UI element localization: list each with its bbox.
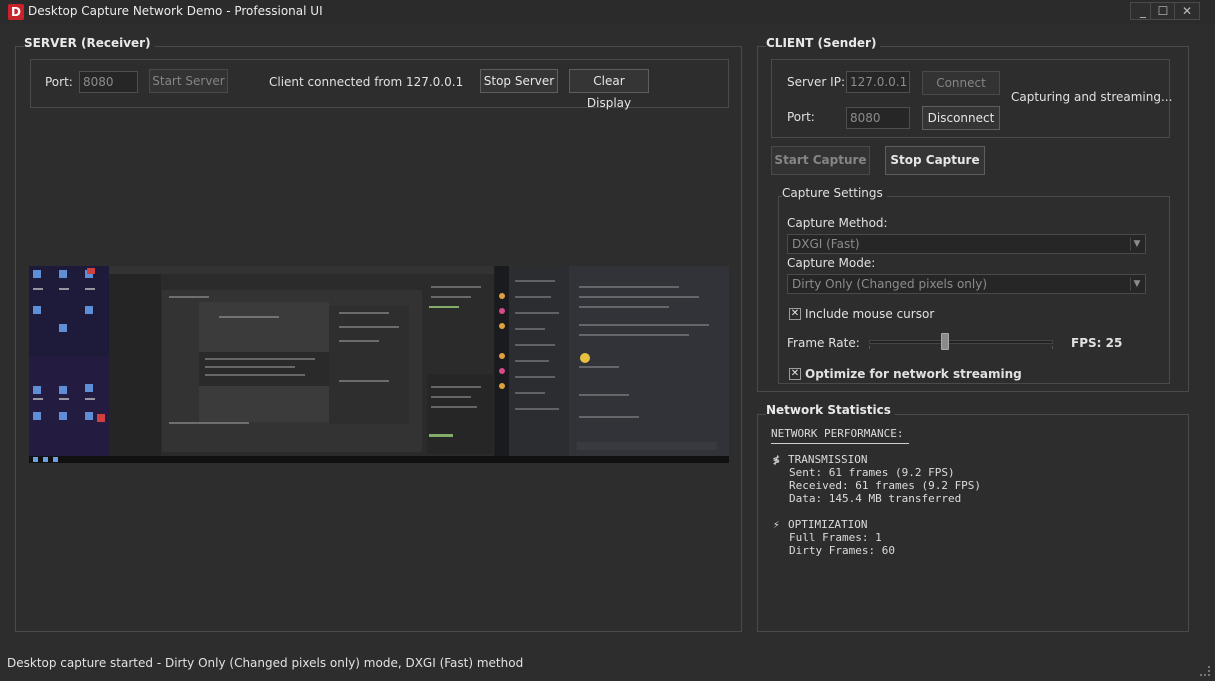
- close-button[interactable]: ✕: [1174, 2, 1200, 20]
- include-mouse-checkbox[interactable]: ✕: [789, 308, 801, 320]
- received-stat: Received: 61 frames (9.2 FPS): [789, 479, 982, 492]
- client-title: CLIENT (Sender): [766, 36, 881, 50]
- capture-method-select[interactable]: DXGI (Fast) ▼: [787, 234, 1146, 254]
- server-ip-label: Server IP:: [787, 75, 845, 89]
- slider-handle[interactable]: [941, 333, 949, 350]
- chevron-down-icon: ▼: [1130, 277, 1143, 291]
- include-mouse-label: Include mouse cursor: [805, 307, 935, 321]
- client-port-input[interactable]: 8080: [846, 107, 910, 129]
- client-port-label: Port:: [787, 110, 815, 124]
- server-status: Client connected from 127.0.0.1: [269, 75, 464, 89]
- optimize-network-label: Optimize for network streaming: [805, 367, 1022, 381]
- stop-capture-button[interactable]: Stop Capture: [885, 146, 985, 175]
- capture-mode-select[interactable]: Dirty Only (Changed pixels only) ▼: [787, 274, 1146, 294]
- maximize-button[interactable]: ☐: [1150, 2, 1176, 20]
- optimize-network-checkbox[interactable]: ✕: [789, 368, 801, 380]
- window-title: Desktop Capture Network Demo - Professio…: [28, 4, 323, 18]
- resize-grip-icon[interactable]: [1200, 666, 1210, 676]
- server-port-label: Port:: [45, 75, 73, 89]
- server-ip-input[interactable]: 127.0.0.1: [846, 71, 910, 93]
- frame-rate-slider[interactable]: [869, 333, 1053, 351]
- app-icon: D: [8, 4, 24, 20]
- stop-server-button[interactable]: Stop Server: [480, 69, 558, 93]
- slider-ticks: [869, 346, 1053, 349]
- capture-mode-label: Capture Mode:: [787, 256, 876, 270]
- captured-screen-image: [29, 266, 729, 463]
- sent-stat: Sent: 61 frames (9.2 FPS): [789, 466, 955, 479]
- network-performance-header: NETWORK PERFORMANCE:: [771, 427, 904, 440]
- title-bar: D Desktop Capture Network Demo - Profess…: [0, 0, 1215, 24]
- transmission-title: TRANSMISSION: [788, 453, 868, 466]
- fps-readout: FPS: 25: [1071, 336, 1123, 350]
- capture-method-value: DXGI (Fast): [792, 237, 860, 251]
- frame-rate-label: Frame Rate:: [787, 336, 860, 350]
- network-stats-title: Network Statistics: [766, 403, 895, 417]
- server-port-input[interactable]: 8080: [79, 71, 138, 93]
- capture-mode-value: Dirty Only (Changed pixels only): [792, 277, 988, 291]
- header-underline: [771, 443, 909, 444]
- start-capture-button[interactable]: Start Capture: [771, 146, 870, 175]
- remote-desktop-preview[interactable]: [29, 266, 729, 463]
- capture-settings-title: Capture Settings: [782, 186, 887, 200]
- full-frames-stat: Full Frames: 1: [789, 531, 882, 544]
- clear-display-button[interactable]: Clear Display: [569, 69, 649, 110]
- start-server-button[interactable]: Start Server: [149, 69, 228, 93]
- chart-icon: ≸: [773, 453, 780, 466]
- data-stat: Data: 145.4 MB transferred: [789, 492, 962, 505]
- slider-track: [869, 340, 1053, 344]
- status-bar: Desktop capture started - Dirty Only (Ch…: [7, 656, 524, 670]
- server-title: SERVER (Receiver): [24, 36, 155, 50]
- chevron-down-icon: ▼: [1130, 237, 1143, 251]
- capture-method-label: Capture Method:: [787, 216, 888, 230]
- optimization-title: OPTIMIZATION: [788, 518, 868, 531]
- connect-button[interactable]: Connect: [922, 71, 1000, 95]
- disconnect-button[interactable]: Disconnect: [922, 106, 1000, 130]
- dirty-frames-stat: Dirty Frames: 60: [789, 544, 895, 557]
- client-status: Capturing and streaming...: [1011, 90, 1173, 104]
- lightning-icon: ⚡: [773, 518, 780, 531]
